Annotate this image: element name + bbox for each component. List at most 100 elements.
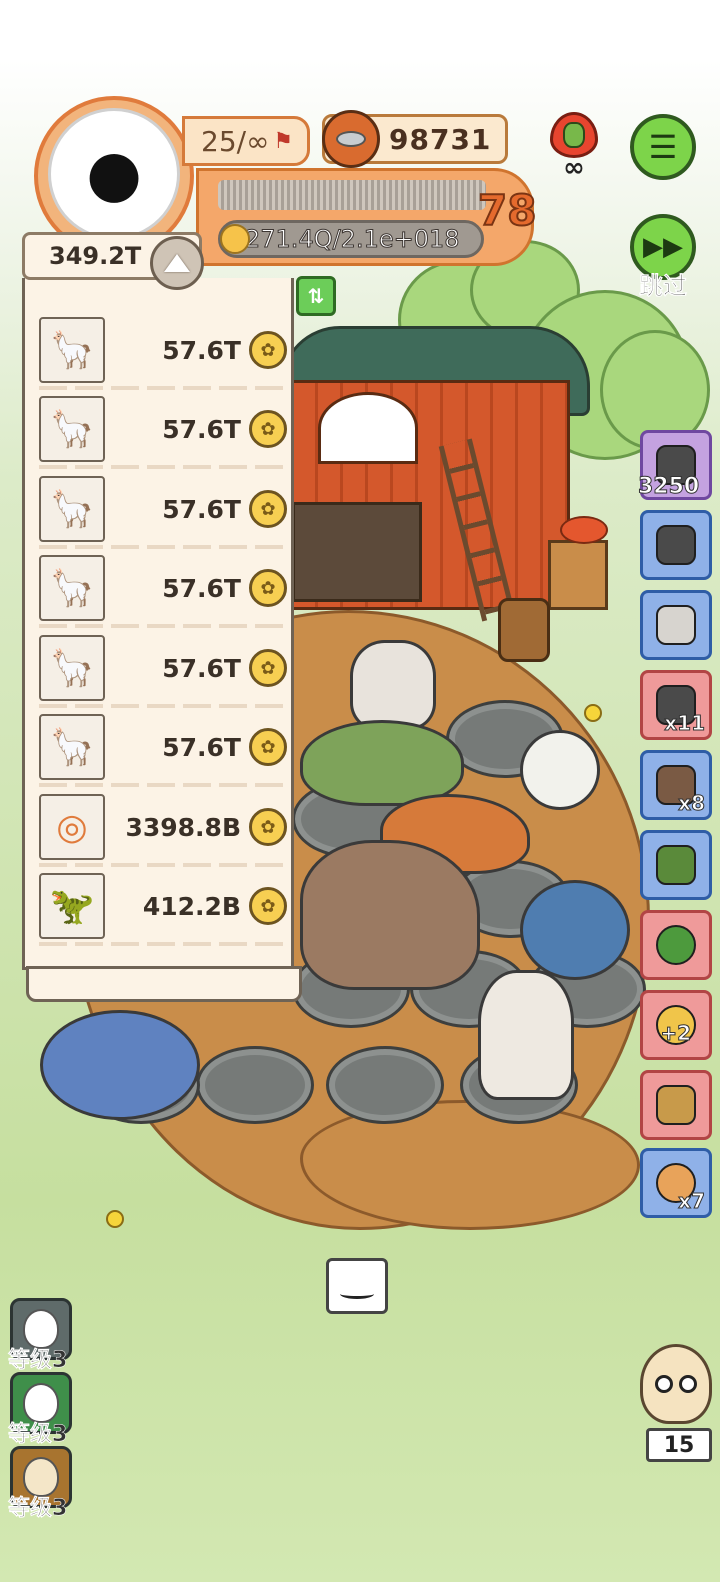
list-icon: ☰	[648, 128, 678, 166]
flag-icon: ⚑	[273, 128, 294, 154]
owl-count: 15	[646, 1428, 712, 1462]
paw-coin-icon: ✿	[249, 410, 287, 448]
alpaca-icon: 🦙	[39, 635, 105, 701]
sort-icon: ⇅	[307, 284, 325, 308]
paw-coin-icon: ✿	[249, 649, 287, 687]
egg-level-label: 等级3	[8, 1422, 68, 1448]
stone-slot[interactable]	[196, 1046, 314, 1124]
dinosaur-icon: 🦖	[39, 873, 105, 939]
row-divider	[39, 545, 285, 549]
row-value: 57.6T	[162, 414, 241, 444]
brachiosaurus[interactable]	[300, 840, 480, 990]
row-divider	[39, 783, 285, 787]
item-camera[interactable]	[640, 510, 712, 580]
alpaca[interactable]	[478, 970, 574, 1100]
alpaca-icon: 🦙	[39, 396, 105, 462]
donut-icon: ◎	[39, 794, 105, 860]
camera-icon	[656, 525, 696, 565]
player-level: 78	[477, 185, 537, 236]
row-divider	[39, 465, 285, 469]
coin-dot-icon	[220, 224, 250, 254]
owl-button[interactable]	[640, 1344, 712, 1424]
egg-level-label: 等级3	[8, 1496, 68, 1522]
bottom-drawer-button[interactable]	[326, 1258, 388, 1314]
item-can[interactable]	[640, 830, 712, 900]
row-divider	[39, 386, 285, 390]
paw-coin-icon: ✿	[249, 887, 287, 925]
row-value: 57.6T	[162, 573, 241, 603]
experience-bar	[218, 180, 486, 210]
owl-eye-icon	[679, 1375, 697, 1393]
stone-slot[interactable]	[326, 1046, 444, 1124]
inventory-panel: 🦙 57.6T ✿ 🦙 57.6T ✿ 🦙 57.6T ✿ 🦙 57.6T ✿ …	[22, 278, 294, 970]
inventory-row[interactable]: 🦙 57.6T ✿	[39, 314, 287, 386]
production-text: 271.4Q/2.1e+018	[245, 225, 461, 254]
paw-coin-icon: ✿	[249, 490, 287, 528]
fossil-icon	[656, 1085, 696, 1125]
inventory-row[interactable]: 🦙 57.6T ✿	[39, 711, 287, 783]
barrel	[498, 598, 550, 662]
fast-forward-icon: ▶▶	[643, 232, 683, 262]
barn-door[interactable]	[292, 502, 422, 602]
ankylosaurus[interactable]	[300, 720, 464, 806]
item-count: 3250	[637, 474, 700, 500]
item-count: x7	[678, 1189, 706, 1214]
inventory-row[interactable]: 🦙 57.6T ✿	[39, 632, 287, 704]
inventory-row[interactable]: 🦖 412.2B ✿	[39, 870, 287, 942]
flame-event-button[interactable]: ∞	[544, 112, 604, 183]
item-count: +2	[660, 1021, 692, 1046]
row-value: 57.6T	[162, 335, 241, 365]
inventory-row[interactable]: 🦙 57.6T ✿	[39, 393, 287, 465]
item-bag[interactable]: x11	[640, 670, 712, 740]
item-paw-plus[interactable]: +2	[640, 990, 712, 1060]
paw-coin-icon: ✿	[249, 808, 287, 846]
deer-spirit[interactable]	[520, 730, 600, 810]
apples	[560, 516, 608, 544]
row-divider	[39, 704, 285, 708]
alpaca-icon: 🦙	[39, 714, 105, 780]
paw-coin-icon: ✿	[249, 728, 287, 766]
potion-icon	[656, 925, 696, 965]
avatar[interactable]: ●	[48, 108, 180, 240]
inventory-row[interactable]: ◎ 3398.8B ✿	[39, 791, 287, 863]
alpaca-icon: 🦙	[39, 555, 105, 621]
row-divider	[39, 942, 285, 946]
sort-button[interactable]: ⇅	[296, 276, 336, 316]
jar-icon	[656, 605, 696, 645]
collapse-panel-button[interactable]	[150, 236, 204, 290]
alpaca[interactable]	[350, 640, 436, 730]
food-bowl-icon	[322, 110, 380, 168]
can-icon	[656, 845, 696, 885]
item-jar[interactable]	[640, 590, 712, 660]
crate	[548, 540, 608, 610]
row-value: 3398.8B	[125, 812, 241, 842]
panel-scroll-footer	[26, 966, 302, 1002]
item-fossil[interactable]	[640, 1070, 712, 1140]
plesiosaur[interactable]	[40, 1010, 200, 1120]
hayloft-window	[318, 392, 418, 464]
row-divider	[39, 624, 285, 628]
flower	[584, 704, 602, 722]
egg-level-label: 等级3	[8, 1348, 68, 1374]
paw-coin-icon: ✿	[249, 331, 287, 369]
item-axe[interactable]: x8	[640, 750, 712, 820]
infinity-icon: ∞	[563, 153, 585, 183]
item-count: x8	[678, 791, 706, 816]
flame-icon	[550, 112, 598, 158]
coin-value: 98731	[389, 122, 492, 156]
level-capacity: 25/∞ ⚑	[182, 116, 310, 166]
menu-button[interactable]: ☰	[630, 114, 696, 180]
production-rate: 271.4Q/2.1e+018	[218, 220, 484, 258]
total-value: 349.2T	[49, 242, 142, 270]
paw-coin-icon: ✿	[249, 569, 287, 607]
inventory-row[interactable]: 🦙 57.6T ✿	[39, 473, 287, 545]
item-donut[interactable]: x7	[640, 1148, 712, 1218]
skip-label: 跳过	[639, 272, 688, 301]
item-potion[interactable]	[640, 910, 712, 980]
alpaca-icon: 🦙	[39, 317, 105, 383]
item-count: x11	[664, 711, 706, 736]
chevron-up-icon	[164, 254, 190, 272]
sea-dino[interactable]	[520, 880, 630, 980]
inventory-row[interactable]: 🦙 57.6T ✿	[39, 552, 287, 624]
level-capacity-text: 25/∞	[201, 124, 270, 158]
